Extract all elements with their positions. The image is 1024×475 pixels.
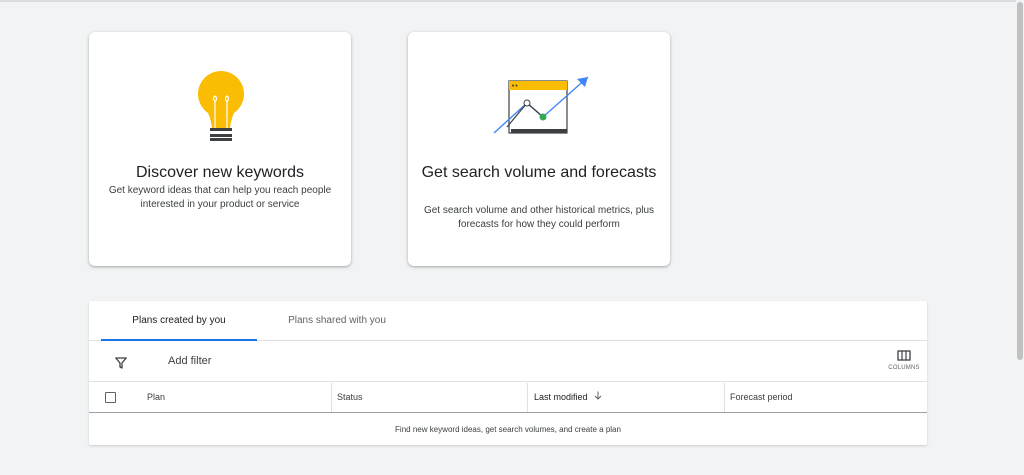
- column-header-plan[interactable]: Plan: [147, 383, 165, 412]
- discover-keywords-card[interactable]: Discover new keywords Get keyword ideas …: [89, 32, 351, 266]
- add-filter-button[interactable]: Add filter: [168, 355, 211, 367]
- columns-button[interactable]: COLUMNS: [887, 350, 921, 376]
- column-header-label: Forecast period: [730, 392, 793, 402]
- filter-bar: Add filter COLUMNS: [89, 342, 927, 382]
- column-divider: [527, 383, 528, 412]
- column-divider: [724, 383, 725, 412]
- forecast-chart-icon: [492, 75, 592, 137]
- column-header-status[interactable]: Status: [337, 383, 363, 412]
- top-border: [0, 0, 1024, 2]
- plans-table-card: Plans created by you Plans shared with y…: [89, 301, 927, 445]
- plans-tabs: Plans created by you Plans shared with y…: [89, 301, 927, 341]
- empty-state-message: Find new keyword ideas, get search volum…: [395, 425, 621, 434]
- select-all-checkbox[interactable]: [105, 392, 116, 403]
- column-header-label: Status: [337, 392, 363, 402]
- arrow-down-icon: [594, 383, 602, 412]
- table-header: Plan Status Last modified Forecast perio…: [89, 383, 927, 413]
- card-description: Get keyword ideas that can help you reac…: [108, 185, 332, 210]
- card-title: Discover new keywords: [135, 164, 305, 181]
- column-header-label: Plan: [147, 392, 166, 402]
- active-tab-indicator: [101, 339, 257, 341]
- lightbulb-icon: [193, 70, 249, 170]
- column-header-forecast-period[interactable]: Forecast period: [730, 383, 793, 412]
- column-header-label: Last modified: [534, 392, 588, 402]
- scrollbar-thumb[interactable]: [1017, 2, 1023, 360]
- column-divider: [331, 383, 332, 412]
- tab-plans-shared[interactable]: Plans shared with you: [257, 301, 417, 341]
- search-volume-card[interactable]: Get search volume and forecasts Get sear…: [408, 32, 670, 266]
- vertical-scrollbar[interactable]: [1016, 0, 1024, 475]
- tab-plans-created[interactable]: Plans created by you: [101, 301, 257, 341]
- filter-icon[interactable]: [115, 356, 127, 369]
- card-description: Get search volume and other historical m…: [423, 205, 655, 230]
- columns-icon: [897, 350, 911, 361]
- columns-label: COLUMNS: [888, 365, 920, 371]
- card-title: Get search volume and forecasts: [421, 164, 657, 181]
- column-header-last-modified[interactable]: Last modified: [534, 383, 602, 412]
